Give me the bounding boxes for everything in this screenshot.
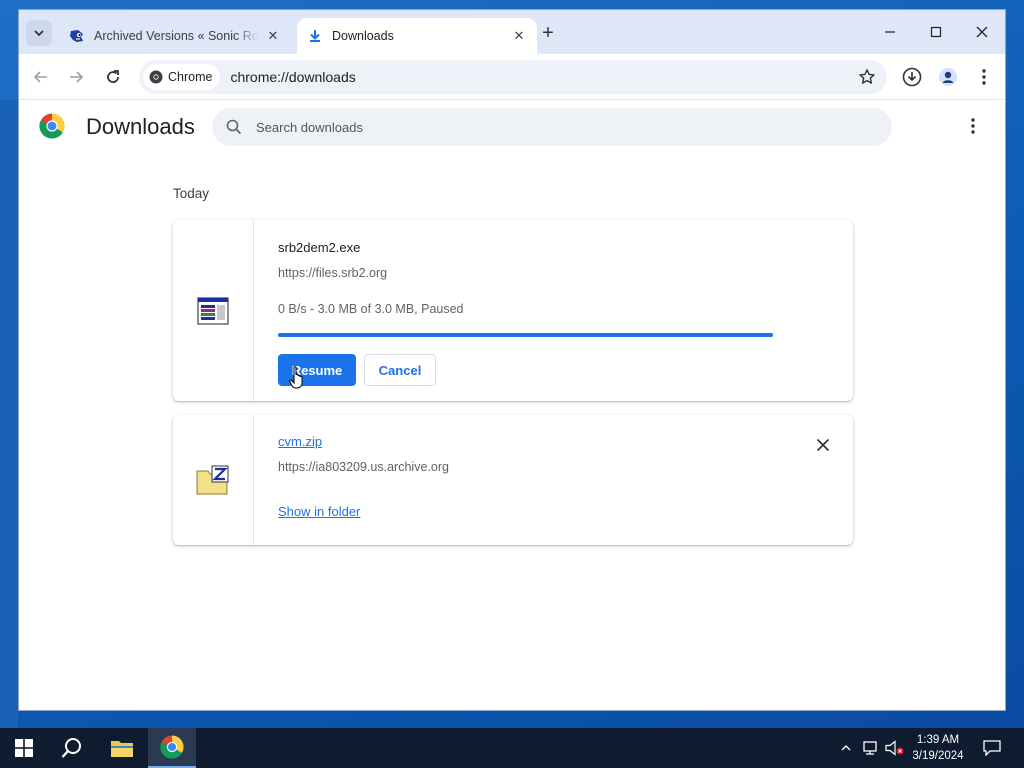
network-icon	[863, 741, 877, 755]
back-button[interactable]	[29, 65, 53, 89]
browser-menu-button[interactable]	[972, 65, 996, 89]
forward-button[interactable]	[64, 65, 88, 89]
download-circle-icon	[902, 67, 922, 87]
chrome-taskbar-button[interactable]	[148, 728, 196, 768]
chevron-down-icon	[34, 30, 44, 37]
address-bar[interactable]: Chrome chrome://downloads	[139, 60, 887, 94]
cancel-button[interactable]: Cancel	[364, 354, 436, 386]
start-button[interactable]	[0, 728, 48, 768]
page-title: Downloads	[86, 114, 195, 139]
network-status-button[interactable]	[860, 728, 882, 768]
maximize-button[interactable]	[913, 18, 959, 46]
chrome-logo-icon	[160, 735, 184, 759]
show-in-folder-link[interactable]: Show in folder	[278, 504, 360, 519]
downloads-toolbar-button[interactable]	[900, 65, 924, 89]
minimize-button[interactable]	[867, 18, 913, 46]
url-text[interactable]: chrome://downloads	[230, 69, 855, 85]
browser-toolbar: Chrome chrome://downloads	[19, 54, 1005, 100]
clock-date: 3/19/2024	[912, 750, 964, 762]
chip-label: Chrome	[168, 70, 213, 84]
desktop-background	[0, 100, 18, 730]
downloads-header: Downloads	[19, 100, 1005, 156]
reload-button[interactable]	[101, 65, 125, 89]
taskbar: 1:39 AM 3/19/2024	[0, 728, 1024, 768]
download-item-body: cvm.zip https://ia803209.us.archive.org …	[278, 415, 853, 545]
taskbar-search-button[interactable]	[48, 728, 96, 768]
more-vertical-icon	[982, 69, 986, 85]
remove-from-list-button[interactable]	[813, 435, 833, 455]
exe-window-icon	[197, 296, 229, 325]
search-downloads-box[interactable]	[212, 108, 892, 146]
clock-time: 1:39 AM	[916, 734, 960, 746]
arrow-right-icon	[70, 71, 84, 83]
close-window-button[interactable]	[959, 18, 1005, 46]
show-hidden-icons-button[interactable]	[836, 728, 856, 768]
windows-logo-icon	[15, 739, 33, 757]
file-icon-column	[173, 415, 254, 545]
download-item-srb2dem2: srb2dem2.exe https://files.srb2.org 0 B/…	[173, 220, 853, 401]
file-source-url: https://files.srb2.org	[278, 266, 388, 280]
new-tab-button[interactable]: +	[537, 22, 559, 44]
downloads-menu-button[interactable]	[963, 116, 983, 136]
close-tab-icon[interactable]: ✕	[265, 28, 281, 44]
tab-search-button[interactable]	[26, 20, 52, 46]
chrome-small-icon	[149, 70, 163, 84]
tab-strip: Archived Versions « Sonic Robo Blast 2 ✕…	[19, 10, 1005, 54]
search-icon	[61, 738, 81, 758]
file-explorer-button[interactable]	[98, 728, 146, 768]
search-icon	[224, 117, 244, 137]
profile-avatar-icon	[939, 68, 957, 86]
progress-fill	[278, 333, 773, 337]
tab-title: Downloads	[332, 29, 394, 43]
maximize-icon	[930, 26, 942, 38]
chrome-logo-icon	[39, 113, 65, 139]
tab-title: Archived Versions « Sonic Robo Blast 2	[94, 29, 259, 43]
folder-icon	[111, 741, 133, 757]
notification-icon	[983, 740, 1001, 756]
file-name-link[interactable]: cvm.zip	[278, 434, 322, 449]
download-item-body: srb2dem2.exe https://files.srb2.org 0 B/…	[278, 220, 853, 401]
search-input[interactable]	[256, 119, 816, 135]
arrow-left-icon	[33, 71, 47, 83]
profile-button[interactable]	[936, 65, 960, 89]
sonic-favicon-icon	[69, 28, 85, 44]
date-heading: Today	[173, 186, 210, 201]
bookmark-star-icon[interactable]	[855, 65, 879, 89]
download-item-cvm: cvm.zip https://ia803209.us.archive.org …	[173, 415, 853, 545]
tab-downloads[interactable]: Downloads ✕	[297, 18, 537, 54]
download-favicon-icon	[307, 28, 323, 44]
browser-window: Archived Versions « Sonic Robo Blast 2 ✕…	[18, 9, 1006, 711]
hand-cursor-icon	[289, 366, 303, 389]
more-vertical-icon	[971, 118, 975, 134]
file-icon-column	[173, 220, 254, 401]
chevron-up-icon	[841, 745, 851, 751]
taskbar-clock[interactable]: 1:39 AM 3/19/2024	[900, 732, 976, 764]
reload-icon	[107, 70, 119, 83]
download-status: 0 B/s - 3.0 MB of 3.0 MB, Paused	[278, 302, 464, 316]
file-source-url: https://ia803209.us.archive.org	[278, 460, 449, 474]
close-tab-icon[interactable]: ✕	[511, 28, 527, 44]
site-info-chip[interactable]: Chrome	[143, 64, 221, 90]
zip-folder-icon	[196, 465, 229, 495]
close-icon	[976, 26, 988, 38]
minimize-icon	[885, 31, 895, 33]
downloads-page: Downloads Today	[19, 100, 1005, 710]
file-name: srb2dem2.exe	[278, 240, 361, 255]
notifications-button[interactable]	[980, 728, 1004, 768]
close-icon	[816, 438, 830, 452]
download-progress-bar	[278, 333, 773, 337]
tab-archived-versions[interactable]: Archived Versions « Sonic Robo Blast 2 ✕	[59, 18, 291, 54]
